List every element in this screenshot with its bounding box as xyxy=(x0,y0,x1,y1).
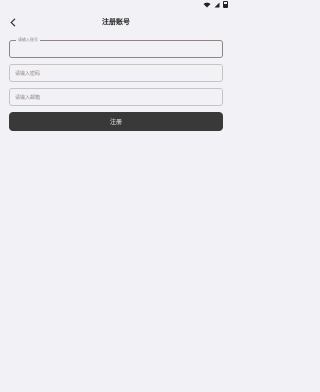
nav-bar: 注册账号 xyxy=(0,12,232,32)
signal-icon xyxy=(214,2,220,7)
status-icons xyxy=(203,1,228,8)
page-title: 注册账号 xyxy=(102,18,130,26)
account-input[interactable]: 请输入账号 xyxy=(9,37,223,58)
account-field-label: 请输入账号 xyxy=(16,37,40,43)
password-input[interactable]: 请输入密码 xyxy=(9,64,223,82)
status-bar xyxy=(0,0,232,9)
password-placeholder: 请输入密码 xyxy=(15,71,41,77)
email-input[interactable]: 请输入邮箱 xyxy=(9,88,223,106)
register-button-label: 注册 xyxy=(109,119,122,126)
email-placeholder: 请输入邮箱 xyxy=(15,95,41,101)
battery-icon xyxy=(223,1,228,8)
wifi-icon xyxy=(203,2,211,7)
register-button[interactable]: 注册 xyxy=(9,112,223,131)
